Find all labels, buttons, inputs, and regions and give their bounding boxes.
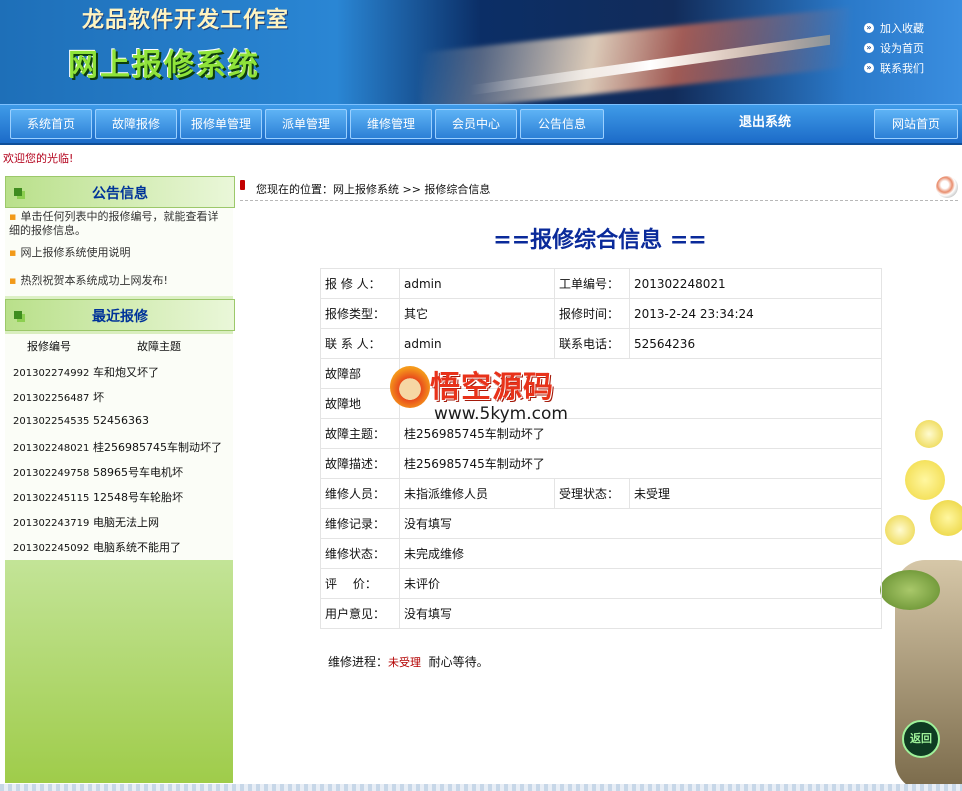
back-button[interactable]: 返回 [902,720,940,758]
breadcrumb-text: 您现在的位置：网上报修系统 >> 报修综合信息 [256,183,491,196]
accept-label: 受理状态： [554,478,630,509]
desc-label: 故障描述： [320,448,400,479]
nav-tab-report-fault[interactable]: 故障报修 [95,109,177,139]
monkey-logo-icon [390,366,430,408]
watermark-url: www.5kym.com [434,404,568,424]
staff-label: 维修人员： [320,478,400,509]
site-home-button[interactable]: 网站首页 [874,109,958,139]
notice-item[interactable]: ▪ 热烈祝贺本系统成功上网发布! [9,274,168,288]
table-row: 维修人员： 未指派维修人员 受理状态： 未受理 [320,478,882,509]
status-value: 未完成维修 [399,538,882,569]
add-favorite-link[interactable]: » 加入收藏 [864,18,924,38]
logout-button[interactable]: 退出系统 [700,109,830,137]
recent-list: 报修编号 故障主题 201302274992 车和炮又坏了 20130225648… [5,334,233,560]
list-item[interactable]: 201302249758 58965号车电机坏 [13,464,183,480]
table-row: 维修记录： 没有填写 [320,508,882,539]
eval-label: 评 价： [320,568,400,599]
table-row: 故障描述： 桂256985745车制动坏了 [320,448,882,479]
record-label: 维修记录： [320,508,400,539]
arrow-circle-icon: » [864,63,874,73]
list-item[interactable]: 201302248021 桂256985745车制动坏了 [13,439,222,455]
notice-list: ▪ 单击任何列表中的报修编号，就能查看详细的报修信息。 ▪ 网上报修系统使用说明 ▪… [5,208,233,296]
table-row: 用户意见： 没有填写 [320,598,882,629]
staff-value: 未指派维修人员 [399,478,555,509]
repair-info-table: 报 修 人： admin 工单编号： 201302248021 报修类型： 其它… [320,268,882,629]
list-item[interactable]: 201302245092 电脑系统不能用了 [13,539,181,555]
notice-panel-header: 公告信息 [5,176,235,208]
top-links: » 加入收藏 » 设为首页 » 联系我们 [864,18,924,78]
opinion-label: 用户意见： [320,598,400,629]
status-label: 维修状态： [320,538,400,569]
list-item[interactable]: 201302243719 电脑无法上网 [13,514,159,530]
reporter-value: admin [399,268,555,299]
nav-tab-member[interactable]: 会员中心 [435,109,517,139]
list-item[interactable]: 201302254535 52456363 [13,414,149,427]
nav-tab-notice[interactable]: 公告信息 [520,109,604,139]
table-row: 维修状态： 未完成维修 [320,538,882,569]
table-row: 报修类型： 其它 报修时间： 2013-2-24 23:34:24 [320,298,882,329]
arrow-circle-icon: » [864,43,874,53]
reporter-label: 报 修 人： [320,268,400,299]
nav-tab-order-manage[interactable]: 报修单管理 [180,109,262,139]
nav-tab-dispatch[interactable]: 派单管理 [265,109,347,139]
nav-tab-repair-manage[interactable]: 维修管理 [350,109,432,139]
list-item[interactable]: 201302245115 12548号车轮胎坏 [13,489,183,505]
notice-item[interactable]: ▪ 网上报修系统使用说明 [9,246,130,260]
set-homepage-link[interactable]: » 设为首页 [864,38,924,58]
recent-panel-title: 最近报修 [92,309,148,325]
pin-icon [240,180,245,190]
record-value: 没有填写 [399,508,882,539]
header-banner: 龙品软件开发工作室 网上报修系统 » 加入收藏 » 设为首页 » 联系我们 [0,0,962,104]
progress-note: 耐心等待。 [428,655,489,669]
opinion-value: 没有填写 [399,598,882,629]
table-row: 联 系 人： admin 联系电话： 52564236 [320,328,882,359]
time-label: 报修时间： [554,298,630,329]
system-logo-text: 网上报修系统 [68,48,260,83]
progress-status: 未受理 [388,656,422,669]
notice-item[interactable]: ▪ 单击任何列表中的报修编号，就能查看详细的报修信息。 [9,210,227,238]
type-value: 其它 [399,298,555,329]
time-value: 2013-2-24 23:34:24 [629,298,882,329]
phone-value: 52564236 [629,328,882,359]
accept-value: 未受理 [629,478,882,509]
swirl-icon [936,176,958,198]
list-item[interactable]: 201302274992 车和炮又坏了 [13,364,159,380]
contact-value: admin [399,328,555,359]
table-row: 评 价： 未评价 [320,568,882,599]
notice-panel-title: 公告信息 [92,186,148,202]
nav-tab-home[interactable]: 系统首页 [10,109,92,139]
arrow-circle-icon: » [864,23,874,33]
order-value: 201302248021 [629,268,882,299]
recent-panel-header: 最近报修 [5,299,235,331]
repair-progress: 维修进程：未受理 耐心等待。 [328,653,489,670]
progress-label: 维修进程： [328,655,389,669]
desc-value: 桂256985745车制动坏了 [399,448,882,479]
welcome-text: 欢迎您的光临! [3,152,74,165]
list-item[interactable]: 201302256487 坏 [13,389,104,405]
recent-header-topic: 故障主题 [137,340,181,353]
main-nav: 系统首页 故障报修 报修单管理 派单管理 维修管理 会员中心 公告信息 退出系统… [0,104,962,145]
watermark-name: 悟空源码 [430,370,554,405]
recent-header-no: 报修编号 [27,340,71,353]
footer-divider [0,784,962,791]
sidebar: 公告信息 ▪ 单击任何列表中的报修编号，就能查看详细的报修信息。 ▪ 网上报修系统使… [5,176,235,783]
order-label: 工单编号： [554,268,630,299]
eval-value: 未评价 [399,568,882,599]
page-title: ==报修综合信息 == [493,227,707,253]
breadcrumb: 您现在的位置：网上报修系统 >> 报修综合信息 [240,176,958,201]
type-label: 报修类型： [320,298,400,329]
contact-us-link[interactable]: » 联系我们 [864,58,924,78]
table-row: 报 修 人： admin 工单编号： 201302248021 [320,268,882,299]
phone-label: 联系电话： [554,328,630,359]
company-name: 龙品软件开发工作室 [82,7,290,33]
contact-label: 联 系 人： [320,328,400,359]
watermark-logo: 悟空源码 www.5kym.com [388,362,618,432]
